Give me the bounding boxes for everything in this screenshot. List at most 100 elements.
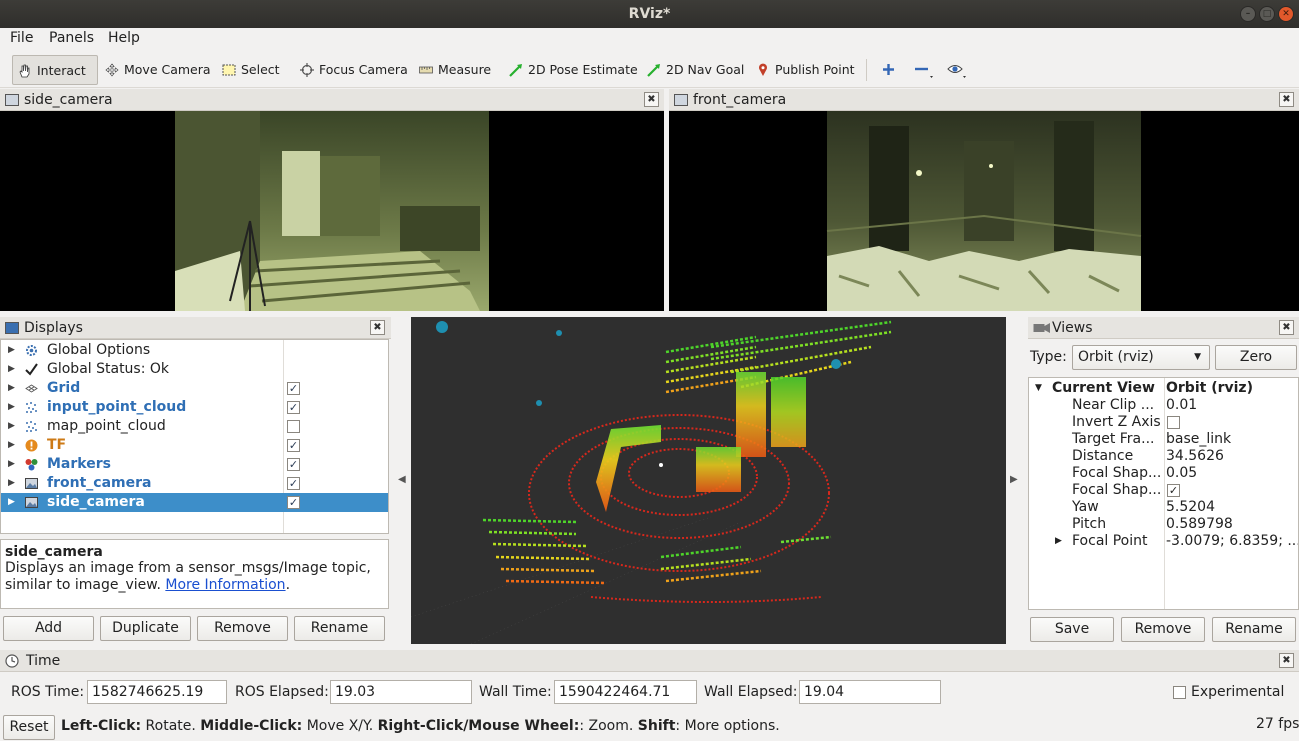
view-prop-row[interactable]: Pitch 0.589798 [1029,516,1298,533]
display-item-markers[interactable]: ▶ Markers ✓ [1,455,388,474]
zero-view-button[interactable]: Zero [1215,345,1297,370]
pose-estimate-tool-button[interactable]: 2D Pose Estimate [506,55,638,85]
remove-tool-minus-icon[interactable] [914,62,938,80]
display-checkbox[interactable]: ✓ [287,382,300,395]
rename-display-button[interactable]: Rename [294,616,385,641]
current-view-label: Current View [1052,380,1155,396]
display-checkbox[interactable]: ✓ [287,439,300,452]
maximize-icon[interactable]: □ [1259,6,1275,22]
collapse-right-arrow-icon[interactable]: ▶ [1010,474,1018,485]
display-checkbox[interactable]: ✓ [287,477,300,490]
reset-button[interactable]: Reset [3,715,55,740]
prop-value[interactable]: 0.05 [1166,465,1197,482]
display-checkbox[interactable]: ✓ [287,458,300,471]
display-item-global-status[interactable]: ▶ Global Status: Ok [1,360,388,379]
view-prop-row[interactable]: Focal Shap... ✓ [1029,482,1298,499]
focus-crosshair-icon [300,63,314,77]
prop-value[interactable]: 34.5626 [1166,448,1224,465]
collapse-arrow-icon[interactable]: ▼ [1035,380,1042,397]
minimize-icon[interactable]: – [1240,6,1256,22]
expand-arrow-icon[interactable]: ▶ [8,455,15,474]
right-click-key: Right-Click/Mouse Wheel: [377,718,580,734]
view-prop-row[interactable]: Distance 34.5626 [1029,448,1298,465]
measure-tool-button[interactable]: Measure [416,55,491,85]
close-window-icon[interactable]: ✕ [1278,6,1294,22]
remove-view-button[interactable]: Remove [1121,617,1205,642]
expand-arrow-icon[interactable]: ▶ [8,341,15,360]
view-prop-row[interactable]: ▶ Focal Point -3.0079; 6.8359; ... [1029,533,1298,550]
ros-elapsed-label: ROS Elapsed: [235,684,329,700]
wall-elapsed-field[interactable]: 19.04 [799,680,941,704]
display-item-input-point-cloud[interactable]: ▶ input_point_cloud ✓ [1,398,388,417]
ros-elapsed-field[interactable]: 19.03 [330,680,472,704]
expand-arrow-icon[interactable]: ▶ [8,379,15,398]
view-prop-row[interactable]: Focal Shap... 0.05 [1029,465,1298,482]
prop-value[interactable]: 0.01 [1166,397,1197,414]
expand-arrow-icon[interactable]: ▶ [8,398,15,417]
wall-time-label: Wall Time: [479,684,552,700]
menu-help[interactable]: Help [108,30,140,46]
display-checkbox[interactable] [287,420,300,433]
display-checkbox[interactable]: ✓ [287,401,300,414]
prop-value[interactable]: base_link [1166,431,1231,448]
render-viewport[interactable] [411,317,1006,644]
interact-label: Interact [37,63,86,78]
shift-action: : More options. [675,718,780,734]
close-panel-button[interactable]: ✖ [370,320,385,335]
expand-arrow-icon[interactable]: ▶ [8,360,15,379]
ros-time-field[interactable]: 1582746625.19 [87,680,227,704]
view-prop-row[interactable]: Invert Z Axis [1029,414,1298,431]
display-item-global-options[interactable]: ▶ Global Options [1,341,388,360]
prop-value[interactable]: 5.5204 [1166,499,1215,516]
duplicate-display-button[interactable]: Duplicate [100,616,191,641]
publish-point-tool-button[interactable]: Publish Point [753,55,855,85]
expand-arrow-icon[interactable]: ▶ [8,474,15,493]
display-item-side-camera[interactable]: ▶ side_camera ✓ [1,493,388,512]
expand-arrow-icon[interactable]: ▶ [8,493,15,512]
view-type-select[interactable]: Orbit (rviz) ▼ [1072,345,1210,370]
invert-z-checkbox[interactable] [1167,416,1180,429]
close-panel-button[interactable]: ✖ [1279,320,1294,335]
current-view-row[interactable]: ▼ Current View Orbit (rviz) [1029,380,1298,397]
menu-file[interactable]: File [10,30,33,46]
display-item-map-point-cloud[interactable]: ▶ map_point_cloud [1,417,388,436]
prop-value[interactable]: -3.0079; 6.8359; ... [1166,533,1298,550]
toolbar-visibility-eye-icon[interactable] [947,61,971,81]
point-cloud-render[interactable] [411,317,1006,644]
collapse-left-arrow-icon[interactable]: ◀ [398,474,406,485]
nav-goal-tool-button[interactable]: 2D Nav Goal [644,55,744,85]
add-display-button[interactable]: Add [3,616,94,641]
close-panel-button[interactable]: ✖ [1279,653,1294,668]
camera-icon [1033,323,1050,333]
focal-shape-checkbox[interactable]: ✓ [1167,484,1180,497]
focus-camera-tool-button[interactable]: Focus Camera [297,55,408,85]
display-item-front-camera[interactable]: ▶ front_camera ✓ [1,474,388,493]
experimental-checkbox[interactable] [1173,686,1186,699]
display-checkbox[interactable]: ✓ [287,496,300,509]
prop-name: Pitch [1072,516,1107,532]
display-item-tf[interactable]: ▶ TF ✓ [1,436,388,455]
add-tool-plus-icon[interactable] [881,62,896,77]
interact-tool-button[interactable]: Interact [12,55,98,85]
expand-arrow-icon[interactable]: ▶ [8,417,15,436]
move-camera-tool-button[interactable]: Move Camera [102,55,211,85]
view-prop-row[interactable]: Yaw 5.5204 [1029,499,1298,516]
view-prop-row[interactable]: Target Fra... base_link [1029,431,1298,448]
status-bar: Reset Left-Click: Rotate. Middle-Click: … [0,712,1299,741]
rename-view-button[interactable]: Rename [1212,617,1296,642]
display-item-grid[interactable]: ▶ Grid ✓ [1,379,388,398]
more-information-link[interactable]: More Information [165,577,285,593]
expand-arrow-icon[interactable]: ▶ [1055,533,1062,550]
image-icon [25,478,38,489]
remove-display-button[interactable]: Remove [197,616,288,641]
map-pin-icon [759,63,767,76]
close-panel-button[interactable]: ✖ [1279,92,1294,107]
save-view-button[interactable]: Save [1030,617,1114,642]
menu-panels[interactable]: Panels [49,30,94,46]
prop-value[interactable]: 0.589798 [1166,516,1233,533]
close-panel-button[interactable]: ✖ [644,92,659,107]
expand-arrow-icon[interactable]: ▶ [8,436,15,455]
select-tool-button[interactable]: Select [219,55,280,85]
wall-time-field[interactable]: 1590422464.71 [554,680,697,704]
view-prop-row[interactable]: Near Clip ... 0.01 [1029,397,1298,414]
